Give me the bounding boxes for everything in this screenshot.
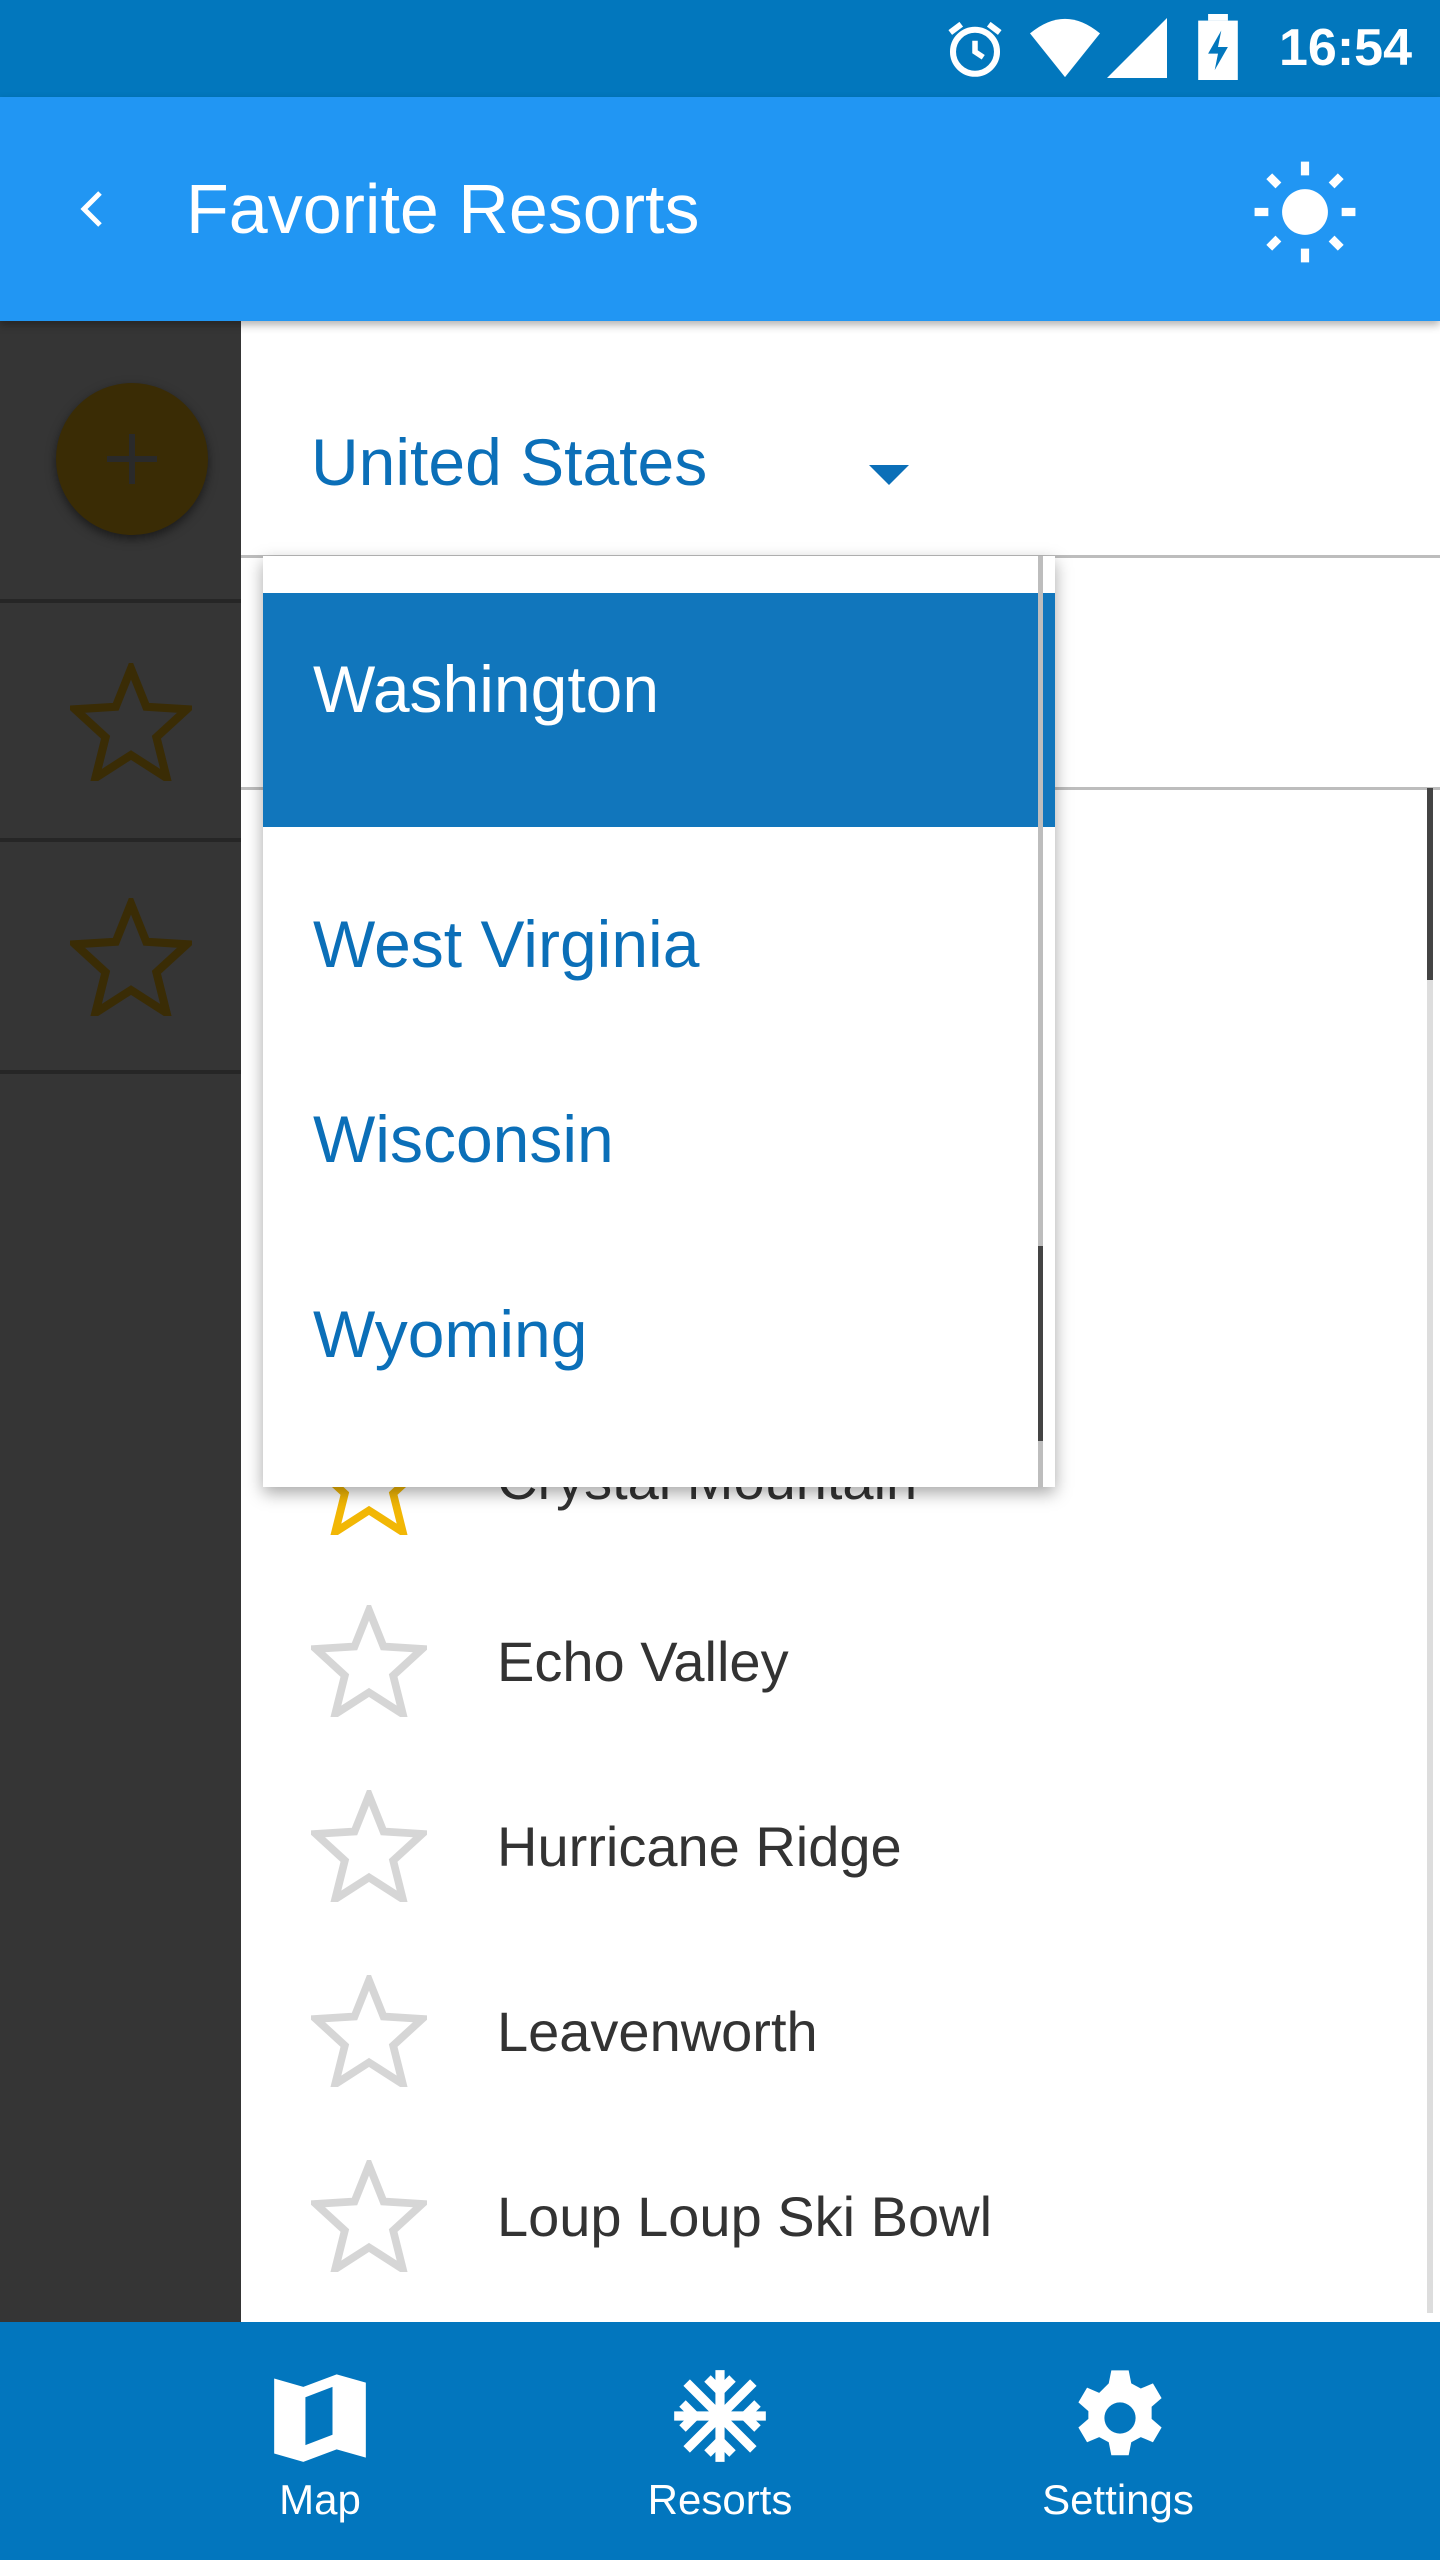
- star-outline-icon[interactable]: [311, 2160, 427, 2272]
- dropdown-scrollbar-thumb[interactable]: [1038, 1246, 1043, 1441]
- dropdown-option[interactable]: Wisconsin: [263, 1041, 1055, 1236]
- sun-icon[interactable]: [1250, 157, 1360, 267]
- star-icon: [70, 663, 192, 781]
- alarm-icon: [948, 21, 1002, 77]
- star-outline-icon[interactable]: [311, 1790, 427, 1902]
- list-scrollbar-track[interactable]: [1427, 788, 1433, 2313]
- page-title: Favorite Resorts: [186, 170, 700, 248]
- snowflake-icon: [674, 2370, 766, 2462]
- favorites-sidebar: [0, 321, 241, 2322]
- signal-icon: [1107, 18, 1167, 78]
- resort-list-item[interactable]: Echo Valley: [241, 1571, 1401, 1756]
- dropdown-option[interactable]: Wyoming: [263, 1236, 1055, 1431]
- add-favorite-row: [0, 321, 241, 603]
- dropdown-option[interactable]: West Virginia: [263, 846, 1055, 1041]
- resort-list-item[interactable]: Loup Loup Ski Bowl: [241, 2126, 1401, 2311]
- star-icon: [70, 898, 192, 1016]
- wifi-icon: [1030, 18, 1100, 78]
- nav-label: Settings: [1042, 2476, 1194, 2523]
- back-chevron-icon[interactable]: [70, 185, 118, 233]
- country-spinner[interactable]: United States: [241, 321, 1440, 556]
- star-outline-icon[interactable]: [311, 1975, 427, 2087]
- state-dropdown-menu: Washington West Virginia Wisconsin Wyomi…: [263, 556, 1055, 1487]
- dropdown-arrow-icon: [869, 465, 909, 485]
- sidebar-favorite-2[interactable]: [0, 842, 241, 1074]
- nav-map[interactable]: Map: [170, 2322, 470, 2560]
- gear-icon: [1078, 2370, 1162, 2456]
- dropdown-option-selected[interactable]: Washington: [263, 593, 1055, 827]
- nav-label: Resorts: [647, 2476, 793, 2523]
- resort-name: Echo Valley: [497, 1630, 789, 1693]
- option-label: West Virginia: [313, 907, 700, 981]
- resort-name: Hurricane Ridge: [497, 1815, 902, 1878]
- resort-list-item[interactable]: Hurricane Ridge: [241, 1756, 1401, 1941]
- option-label: Wyoming: [313, 1297, 588, 1371]
- map-icon: [274, 2374, 366, 2462]
- add-fab-button[interactable]: [56, 383, 208, 535]
- nav-label: Map: [279, 2476, 361, 2523]
- nav-resorts[interactable]: Resorts: [570, 2322, 870, 2560]
- resort-name: Loup Loup Ski Bowl: [497, 2185, 993, 2248]
- status-bar: 16:54: [0, 0, 1440, 97]
- bottom-navigation: Map Resorts Settings: [0, 2322, 1440, 2560]
- app-bar: Favorite Resorts: [0, 97, 1440, 321]
- star-outline-icon[interactable]: [311, 1605, 427, 1717]
- option-label: Wisconsin: [313, 1102, 614, 1176]
- clock: 16:54: [1279, 19, 1412, 77]
- sidebar-favorite-1[interactable]: [0, 603, 241, 842]
- nav-settings[interactable]: Settings: [968, 2322, 1268, 2560]
- resort-name: Leavenworth: [497, 2000, 818, 2063]
- plus-icon: [107, 434, 157, 484]
- list-scrollbar-thumb[interactable]: [1427, 788, 1433, 980]
- country-spinner-value: United States: [311, 425, 708, 499]
- resort-list-item[interactable]: Leavenworth: [241, 1941, 1401, 2126]
- battery-charging-icon: [1198, 14, 1238, 80]
- option-label: Washington: [313, 652, 660, 726]
